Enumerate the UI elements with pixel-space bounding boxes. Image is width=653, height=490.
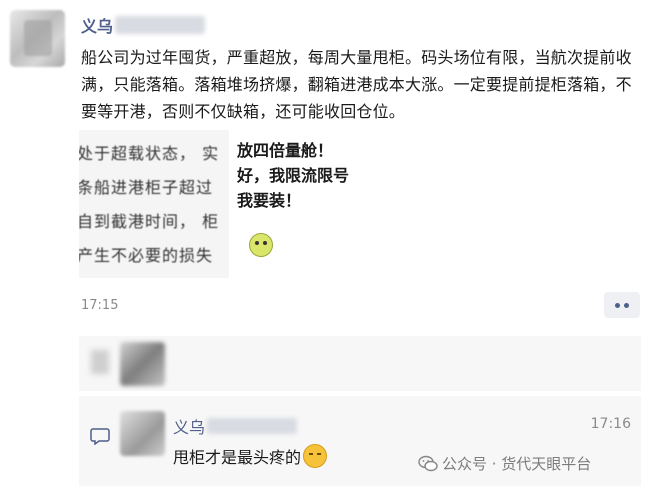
meme-left-line: 产生不必要的损失 xyxy=(79,246,214,265)
meme-text-panel: 处于超载状态， 实 条船进港柜子超过 自到截港时间， 柜 产生不必要的损失 xyxy=(79,130,229,278)
commenter-name-redacted xyxy=(207,418,298,434)
meme-caption: 放四倍量舱！ 好，我限流限号 我要装！ xyxy=(237,138,379,278)
meme-right-line: 我要装！ xyxy=(237,191,302,210)
meme-right-line: 好，我限流限号 xyxy=(237,166,350,185)
meme-left-line: 条船进港柜子超过 xyxy=(79,178,214,197)
more-dots-icon xyxy=(615,302,620,308)
comment-timestamp: 17:16 xyxy=(590,416,631,432)
author-name-redacted xyxy=(115,16,206,34)
commenter-avatar[interactable] xyxy=(120,411,165,456)
more-dots-icon xyxy=(624,302,629,308)
sick-face-icon xyxy=(249,233,273,257)
comment-text: 甩柜才是最头疼的 xyxy=(173,448,302,467)
post-timestamp: 17:15 xyxy=(81,298,119,313)
like-icon-redacted xyxy=(91,350,109,374)
likes-panel xyxy=(79,336,641,391)
post-image[interactable]: 处于超载状态， 实 条船进港柜子超过 自到截港时间， 柜 产生不必要的损失 放四… xyxy=(79,130,379,278)
wechat-logo-icon xyxy=(418,455,438,471)
commenter-row: 义乌 xyxy=(173,414,298,438)
watermark: 公众号 · 货代天眼平台 xyxy=(418,453,591,474)
author-row: 义乌 xyxy=(81,12,206,38)
meme-right-line: 放四倍量舱！ xyxy=(237,141,334,160)
more-button[interactable] xyxy=(604,292,640,318)
post-text: 船公司为过年囤货，严重超放，每周大量甩柜。码头场位有限，当航次提前收满，只能落箱… xyxy=(81,48,632,121)
commenter-name[interactable]: 义乌 xyxy=(173,414,205,438)
liker-avatar[interactable] xyxy=(120,342,165,386)
comment-text-row: 甩柜才是最头疼的 xyxy=(173,444,328,468)
comment-bubble-icon xyxy=(90,428,110,445)
tired-face-icon xyxy=(303,444,328,468)
watermark-text: 公众号 · 货代天眼平台 xyxy=(442,455,592,473)
meme-left-line: 处于超载状态， 实 xyxy=(79,144,220,163)
author-name[interactable]: 义乌 xyxy=(81,13,113,37)
meme-left-line: 自到截港时间， 柜 xyxy=(79,212,220,231)
author-avatar[interactable] xyxy=(10,10,65,67)
